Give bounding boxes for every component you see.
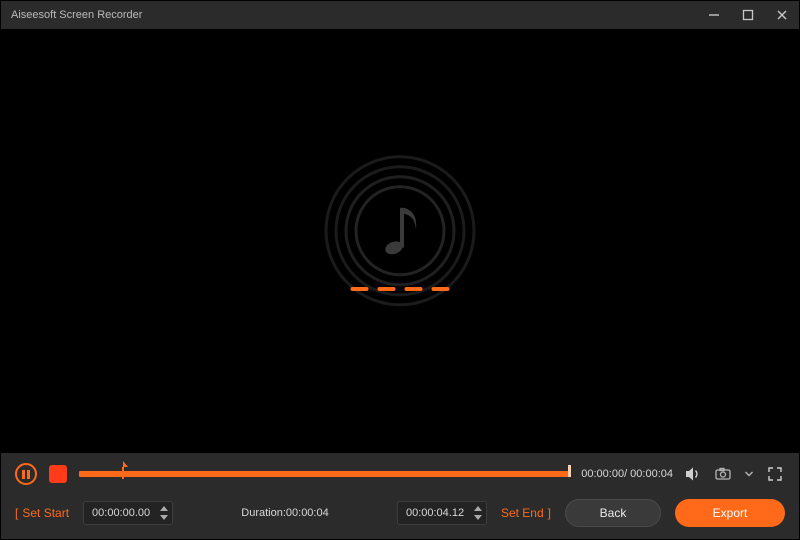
close-button[interactable] xyxy=(765,1,799,29)
set-end-button[interactable]: Set End ] xyxy=(501,506,551,520)
start-time-stepper[interactable] xyxy=(158,504,170,522)
playback-controls: 00:00:00/ 00:00:04 xyxy=(1,453,799,495)
camera-icon xyxy=(714,465,732,483)
screenshot-button[interactable] xyxy=(713,464,733,484)
end-time-field-wrap: 00:00:04.12 xyxy=(397,501,487,525)
start-time-field-wrap: 00:00:00.00 xyxy=(83,501,173,525)
progress-slider[interactable] xyxy=(79,465,571,483)
screenshot-menu-button[interactable] xyxy=(743,464,755,484)
chevron-down-icon[interactable] xyxy=(160,515,168,520)
app-window: Aiseesoft Screen Recorder xyxy=(0,0,800,540)
titlebar: Aiseesoft Screen Recorder xyxy=(1,1,799,29)
clip-end-handle[interactable] xyxy=(568,465,571,477)
chevron-down-icon xyxy=(744,469,754,479)
end-time-value: 00:00:04.12 xyxy=(406,507,464,519)
set-start-label: Set Start xyxy=(22,506,69,520)
export-button-label: Export xyxy=(713,506,748,520)
set-end-label: Set End xyxy=(501,506,544,520)
clip-start-handle[interactable] xyxy=(118,461,126,479)
minimize-button[interactable] xyxy=(697,1,731,29)
pause-icon xyxy=(15,463,37,485)
time-display: 00:00:00/ 00:00:04 xyxy=(581,468,673,480)
clip-row: [ Set Start 00:00:00.00 Duration:00:00:0… xyxy=(1,495,799,539)
back-button[interactable]: Back xyxy=(565,499,661,527)
set-start-button[interactable]: [ Set Start xyxy=(15,506,69,520)
pause-button[interactable] xyxy=(15,463,37,485)
volume-icon xyxy=(684,465,702,483)
stop-icon xyxy=(49,465,67,483)
expand-icon xyxy=(767,466,783,482)
duration-label: Duration:00:00:04 xyxy=(187,507,383,519)
volume-button[interactable] xyxy=(683,464,703,484)
maximize-button[interactable] xyxy=(731,1,765,29)
export-button[interactable]: Export xyxy=(675,499,785,527)
maximize-icon xyxy=(742,9,754,21)
start-time-value: 00:00:00.00 xyxy=(92,507,150,519)
minimize-icon xyxy=(708,9,720,21)
progress-track xyxy=(79,471,571,477)
close-icon xyxy=(776,9,788,21)
back-button-label: Back xyxy=(600,506,627,520)
stop-button[interactable] xyxy=(47,463,69,485)
fullscreen-button[interactable] xyxy=(765,464,785,484)
app-title: Aiseesoft Screen Recorder xyxy=(11,9,142,21)
chevron-up-icon[interactable] xyxy=(474,506,482,511)
chevron-down-icon[interactable] xyxy=(474,515,482,520)
chevron-up-icon[interactable] xyxy=(160,506,168,511)
audio-level-indicator xyxy=(351,287,450,291)
end-time-stepper[interactable] xyxy=(472,504,484,522)
preview-area xyxy=(1,29,799,453)
